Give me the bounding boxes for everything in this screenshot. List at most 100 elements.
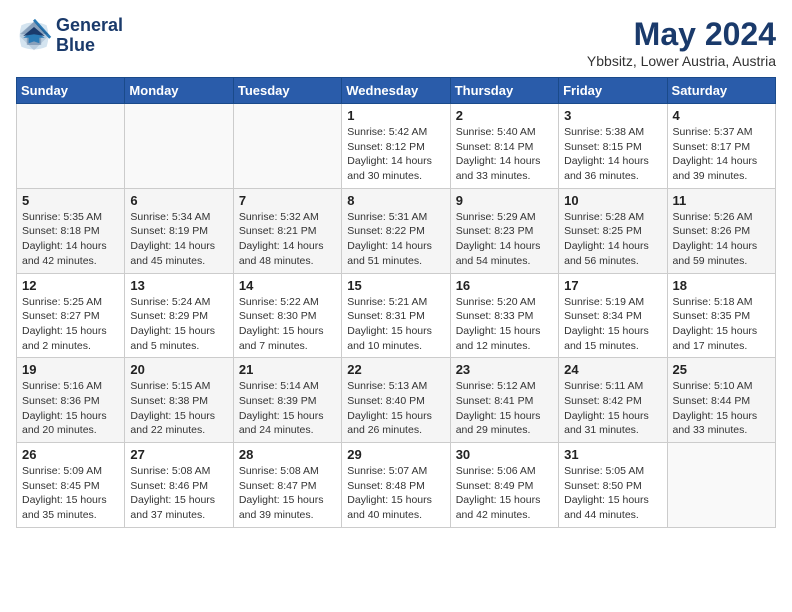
day-info: Sunrise: 5:13 AMSunset: 8:40 PMDaylight:… — [347, 379, 444, 438]
day-info: Sunrise: 5:09 AMSunset: 8:45 PMDaylight:… — [22, 464, 119, 523]
day-info: Sunrise: 5:16 AMSunset: 8:36 PMDaylight:… — [22, 379, 119, 438]
day-info: Sunrise: 5:11 AMSunset: 8:42 PMDaylight:… — [564, 379, 661, 438]
calendar-cell: 19 Sunrise: 5:16 AMSunset: 8:36 PMDayligh… — [17, 358, 125, 443]
day-number: 3 — [564, 108, 661, 123]
header-sunday: Sunday — [17, 78, 125, 104]
logo: General Blue — [16, 16, 123, 56]
header-saturday: Saturday — [667, 78, 775, 104]
calendar-cell: 9 Sunrise: 5:29 AMSunset: 8:23 PMDaylight… — [450, 188, 558, 273]
day-number: 24 — [564, 362, 661, 377]
day-info: Sunrise: 5:14 AMSunset: 8:39 PMDaylight:… — [239, 379, 336, 438]
calendar-cell — [233, 104, 341, 189]
day-info: Sunrise: 5:15 AMSunset: 8:38 PMDaylight:… — [130, 379, 227, 438]
calendar-cell: 28Sunrise: 5:08 AMSunset: 8:47 PMDayligh… — [233, 443, 341, 528]
day-info: Sunrise: 5:24 AMSunset: 8:29 PMDaylight:… — [130, 295, 227, 354]
day-number: 9 — [456, 193, 553, 208]
day-number: 15 — [347, 278, 444, 293]
day-info: Sunrise: 5:12 AMSunset: 8:41 PMDaylight:… — [456, 379, 553, 438]
day-number: 18 — [673, 278, 770, 293]
calendar-cell: 5 Sunrise: 5:35 AMSunset: 8:18 PMDaylight… — [17, 188, 125, 273]
day-info: Sunrise: 5:07 AMSunset: 8:48 PMDaylight:… — [347, 464, 444, 523]
calendar-cell: 2 Sunrise: 5:40 AMSunset: 8:14 PMDaylight… — [450, 104, 558, 189]
calendar-cell: 30 Sunrise: 5:06 AMSunset: 8:49 PMDayligh… — [450, 443, 558, 528]
calendar-cell: 3Sunrise: 5:38 AMSunset: 8:15 PMDaylight… — [559, 104, 667, 189]
day-number: 5 — [22, 193, 119, 208]
day-info: Sunrise: 5:37 AMSunset: 8:17 PMDaylight:… — [673, 125, 770, 184]
day-info: Sunrise: 5:31 AMSunset: 8:22 PMDaylight:… — [347, 210, 444, 269]
day-number: 7 — [239, 193, 336, 208]
day-info: Sunrise: 5:18 AMSunset: 8:35 PMDaylight:… — [673, 295, 770, 354]
day-info: Sunrise: 5:10 AMSunset: 8:44 PMDaylight:… — [673, 379, 770, 438]
day-info: Sunrise: 5:28 AMSunset: 8:25 PMDaylight:… — [564, 210, 661, 269]
calendar-week-3: 12Sunrise: 5:25 AMSunset: 8:27 PMDayligh… — [17, 273, 776, 358]
month-title: May 2024 — [587, 16, 776, 53]
calendar-cell: 12Sunrise: 5:25 AMSunset: 8:27 PMDayligh… — [17, 273, 125, 358]
day-info: Sunrise: 5:26 AMSunset: 8:26 PMDaylight:… — [673, 210, 770, 269]
calendar-cell: 25 Sunrise: 5:10 AMSunset: 8:44 PMDayligh… — [667, 358, 775, 443]
calendar-week-1: 1 Sunrise: 5:42 AMSunset: 8:12 PMDaylight… — [17, 104, 776, 189]
day-number: 21 — [239, 362, 336, 377]
calendar-cell: 27Sunrise: 5:08 AMSunset: 8:46 PMDayligh… — [125, 443, 233, 528]
logo-line2: Blue — [56, 36, 123, 56]
calendar-week-5: 26 Sunrise: 5:09 AMSunset: 8:45 PMDayligh… — [17, 443, 776, 528]
day-number: 30 — [456, 447, 553, 462]
day-info: Sunrise: 5:40 AMSunset: 8:14 PMDaylight:… — [456, 125, 553, 184]
day-info: Sunrise: 5:42 AMSunset: 8:12 PMDaylight:… — [347, 125, 444, 184]
day-number: 20 — [130, 362, 227, 377]
title-block: May 2024 Ybbsitz, Lower Austria, Austria — [587, 16, 776, 69]
day-number: 31 — [564, 447, 661, 462]
calendar-cell: 26 Sunrise: 5:09 AMSunset: 8:45 PMDayligh… — [17, 443, 125, 528]
logo-text: General Blue — [56, 16, 123, 56]
calendar-cell: 18 Sunrise: 5:18 AMSunset: 8:35 PMDayligh… — [667, 273, 775, 358]
day-number: 6 — [130, 193, 227, 208]
page-header: General Blue May 2024 Ybbsitz, Lower Aus… — [16, 16, 776, 69]
day-number: 26 — [22, 447, 119, 462]
calendar-week-2: 5 Sunrise: 5:35 AMSunset: 8:18 PMDaylight… — [17, 188, 776, 273]
day-number: 25 — [673, 362, 770, 377]
calendar-header: Sunday Monday Tuesday Wednesday Thursday… — [17, 78, 776, 104]
day-info: Sunrise: 5:25 AMSunset: 8:27 PMDaylight:… — [22, 295, 119, 354]
logo-icon — [16, 18, 52, 54]
header-monday: Monday — [125, 78, 233, 104]
day-info: Sunrise: 5:29 AMSunset: 8:23 PMDaylight:… — [456, 210, 553, 269]
header-thursday: Thursday — [450, 78, 558, 104]
day-number: 19 — [22, 362, 119, 377]
day-info: Sunrise: 5:22 AMSunset: 8:30 PMDaylight:… — [239, 295, 336, 354]
day-number: 4 — [673, 108, 770, 123]
calendar-cell: 29 Sunrise: 5:07 AMSunset: 8:48 PMDayligh… — [342, 443, 450, 528]
calendar-cell: 21 Sunrise: 5:14 AMSunset: 8:39 PMDayligh… — [233, 358, 341, 443]
header-tuesday: Tuesday — [233, 78, 341, 104]
calendar-cell — [667, 443, 775, 528]
calendar-cell: 11Sunrise: 5:26 AMSunset: 8:26 PMDayligh… — [667, 188, 775, 273]
day-number: 16 — [456, 278, 553, 293]
calendar-cell — [17, 104, 125, 189]
day-number: 13 — [130, 278, 227, 293]
header-wednesday: Wednesday — [342, 78, 450, 104]
day-info: Sunrise: 5:06 AMSunset: 8:49 PMDaylight:… — [456, 464, 553, 523]
day-number: 28 — [239, 447, 336, 462]
day-info: Sunrise: 5:05 AMSunset: 8:50 PMDaylight:… — [564, 464, 661, 523]
calendar-cell: 14 Sunrise: 5:22 AMSunset: 8:30 PMDayligh… — [233, 273, 341, 358]
logo-line1: General — [56, 16, 123, 36]
calendar-cell: 31 Sunrise: 5:05 AMSunset: 8:50 PMDayligh… — [559, 443, 667, 528]
day-info: Sunrise: 5:19 AMSunset: 8:34 PMDaylight:… — [564, 295, 661, 354]
day-number: 29 — [347, 447, 444, 462]
day-number: 23 — [456, 362, 553, 377]
calendar-cell — [125, 104, 233, 189]
calendar-cell: 24 Sunrise: 5:11 AMSunset: 8:42 PMDayligh… — [559, 358, 667, 443]
day-number: 14 — [239, 278, 336, 293]
calendar-cell: 16Sunrise: 5:20 AMSunset: 8:33 PMDayligh… — [450, 273, 558, 358]
day-number: 10 — [564, 193, 661, 208]
calendar-week-4: 19 Sunrise: 5:16 AMSunset: 8:36 PMDayligh… — [17, 358, 776, 443]
day-number: 1 — [347, 108, 444, 123]
calendar-cell: 17Sunrise: 5:19 AMSunset: 8:34 PMDayligh… — [559, 273, 667, 358]
calendar-body: 1 Sunrise: 5:42 AMSunset: 8:12 PMDaylight… — [17, 104, 776, 528]
header-friday: Friday — [559, 78, 667, 104]
calendar-cell: 22Sunrise: 5:13 AMSunset: 8:40 PMDayligh… — [342, 358, 450, 443]
day-number: 2 — [456, 108, 553, 123]
day-info: Sunrise: 5:34 AMSunset: 8:19 PMDaylight:… — [130, 210, 227, 269]
location-title: Ybbsitz, Lower Austria, Austria — [587, 53, 776, 69]
calendar-cell: 1 Sunrise: 5:42 AMSunset: 8:12 PMDaylight… — [342, 104, 450, 189]
header-row: Sunday Monday Tuesday Wednesday Thursday… — [17, 78, 776, 104]
day-info: Sunrise: 5:35 AMSunset: 8:18 PMDaylight:… — [22, 210, 119, 269]
